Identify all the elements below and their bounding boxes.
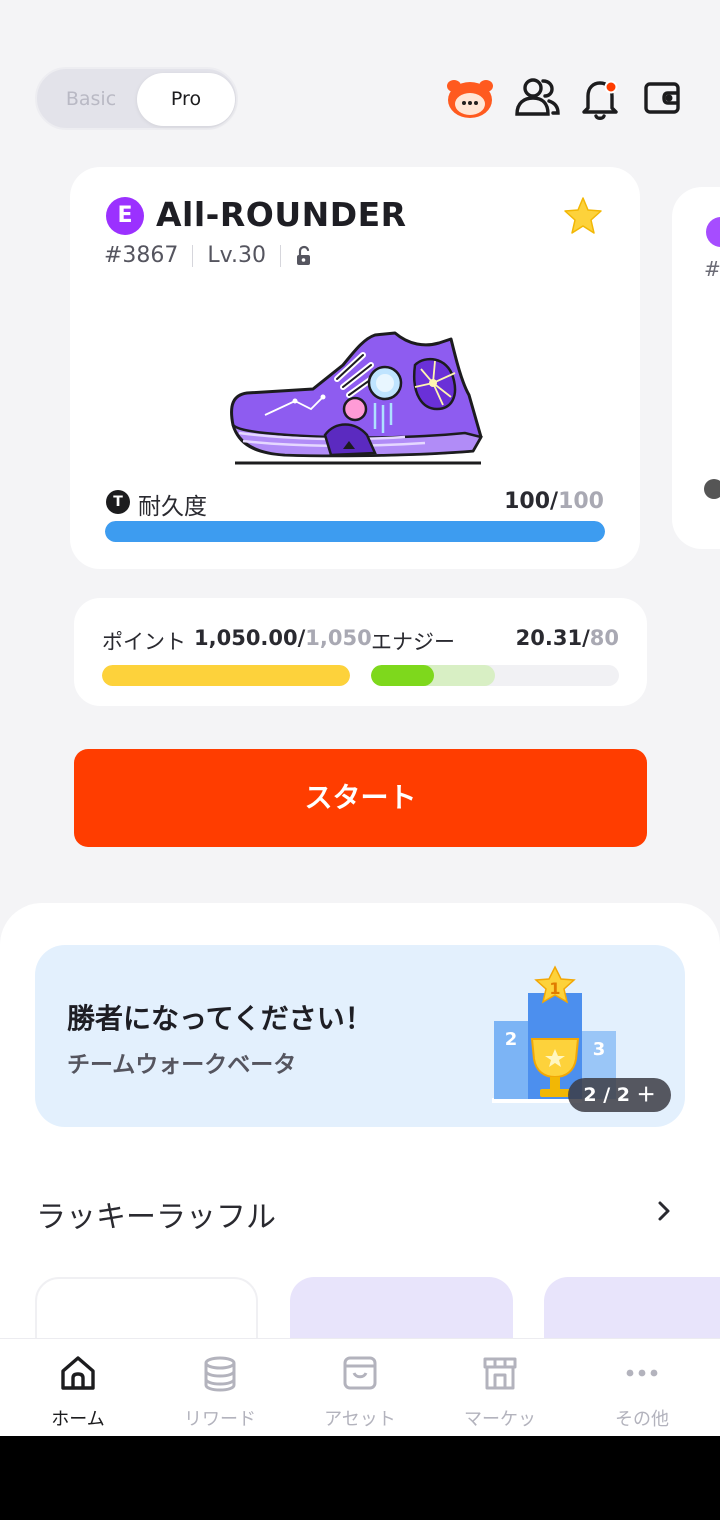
points-label: ポイント [102,630,186,654]
points-bar [102,665,350,686]
nav-market[interactable]: マーケッ [428,1339,572,1436]
nav-home[interactable]: ホーム [6,1339,150,1436]
durability-icon: T [106,490,130,514]
mode-pro-option[interactable]: Pro [137,73,235,126]
durability-icon [704,479,720,499]
nav-label: ホーム [51,1409,105,1430]
sneaker-image [230,331,483,465]
bell-icon[interactable] [575,72,627,124]
mode-toggle[interactable]: Basic Pro [35,67,238,130]
next-shoe-id: # [704,257,720,281]
banner-title: 勝者になってください！ [67,1002,373,1035]
energy-bar-fill [371,665,434,686]
nav-more[interactable]: その他 [570,1339,714,1436]
wallet-icon[interactable] [637,72,689,124]
durability-max: 100 [558,489,604,514]
durability-bar-fill [105,521,605,542]
meta-divider [192,244,194,267]
points-bar-fill [102,665,350,686]
energy-value: 20.31/80 [516,626,619,650]
bottom-navigation: ホーム リワード アセット マーケッ その他 [0,1338,720,1436]
start-button[interactable]: スタート [74,749,647,847]
energy-max: 80 [589,626,619,650]
nav-label: アセット [324,1409,396,1430]
shoe-level: Lv.30 [207,243,266,268]
nav-label: マーケッ [464,1409,536,1430]
raffle-section-title: ラッキーラッフル [36,1200,276,1235]
podium-rank-2: 2 [505,1029,518,1050]
unlock-icon [296,245,310,265]
mascot-icon[interactable] [444,72,496,124]
shoe-id: #3867 [104,243,179,268]
nav-assets[interactable]: アセット [288,1339,432,1436]
durability-label: 耐久度 [138,494,207,520]
points-current: 1,050.00/ [194,626,306,650]
rarity-badge: E [106,197,144,235]
durability-value: 100/100 [504,489,604,514]
banner-subtitle: チームウォークベータ [67,1052,297,1078]
mode-basic-option[interactable]: Basic [43,73,139,126]
meta-divider [279,244,281,267]
chevron-right-icon[interactable] [652,1197,676,1225]
durability-current: 100/ [504,489,559,514]
next-shoe-card[interactable]: # [672,187,720,549]
energy-bar [371,665,619,686]
friends-icon[interactable] [511,72,563,124]
store-icon [483,1357,517,1390]
stats-card: ポイント 1,050.00/1,050 エナジー 20.31/80 [74,598,647,706]
app-screen: Basic Pro E All-ROUNDER #3867 Lv.30 T 耐久… [0,0,720,1436]
home-icon [61,1356,95,1390]
nav-label: リワード [184,1409,256,1430]
shoe-card[interactable]: E All-ROUNDER #3867 Lv.30 T 耐久度 100/100 [70,167,640,569]
podium-rank-3: 3 [593,1039,606,1060]
shoe-name: All-ROUNDER [156,195,407,234]
more-icon [626,1369,658,1377]
energy-current: 20.31/ [515,626,590,650]
nav-rewards[interactable]: リワード [148,1339,292,1436]
box-icon [343,1356,377,1390]
coins-icon [204,1356,236,1392]
points-max: 1,050 [305,626,372,650]
points-value: 1,050.00/1,050 [194,626,372,650]
nav-label: その他 [615,1409,669,1430]
shoe-meta: #3867 Lv.30 [104,243,313,268]
podium-rank-1: 1 [549,979,560,998]
team-walk-banner[interactable]: 勝者になってください！ チームウォークベータ 2 3 1 2 / 2 ＋ [35,945,685,1127]
durability-bar [105,521,605,542]
favorite-star-icon[interactable] [562,195,604,237]
energy-label: エナジー [371,630,455,654]
rarity-badge [706,217,720,247]
ticket-counter[interactable]: 2 / 2 ＋ [568,1078,671,1112]
